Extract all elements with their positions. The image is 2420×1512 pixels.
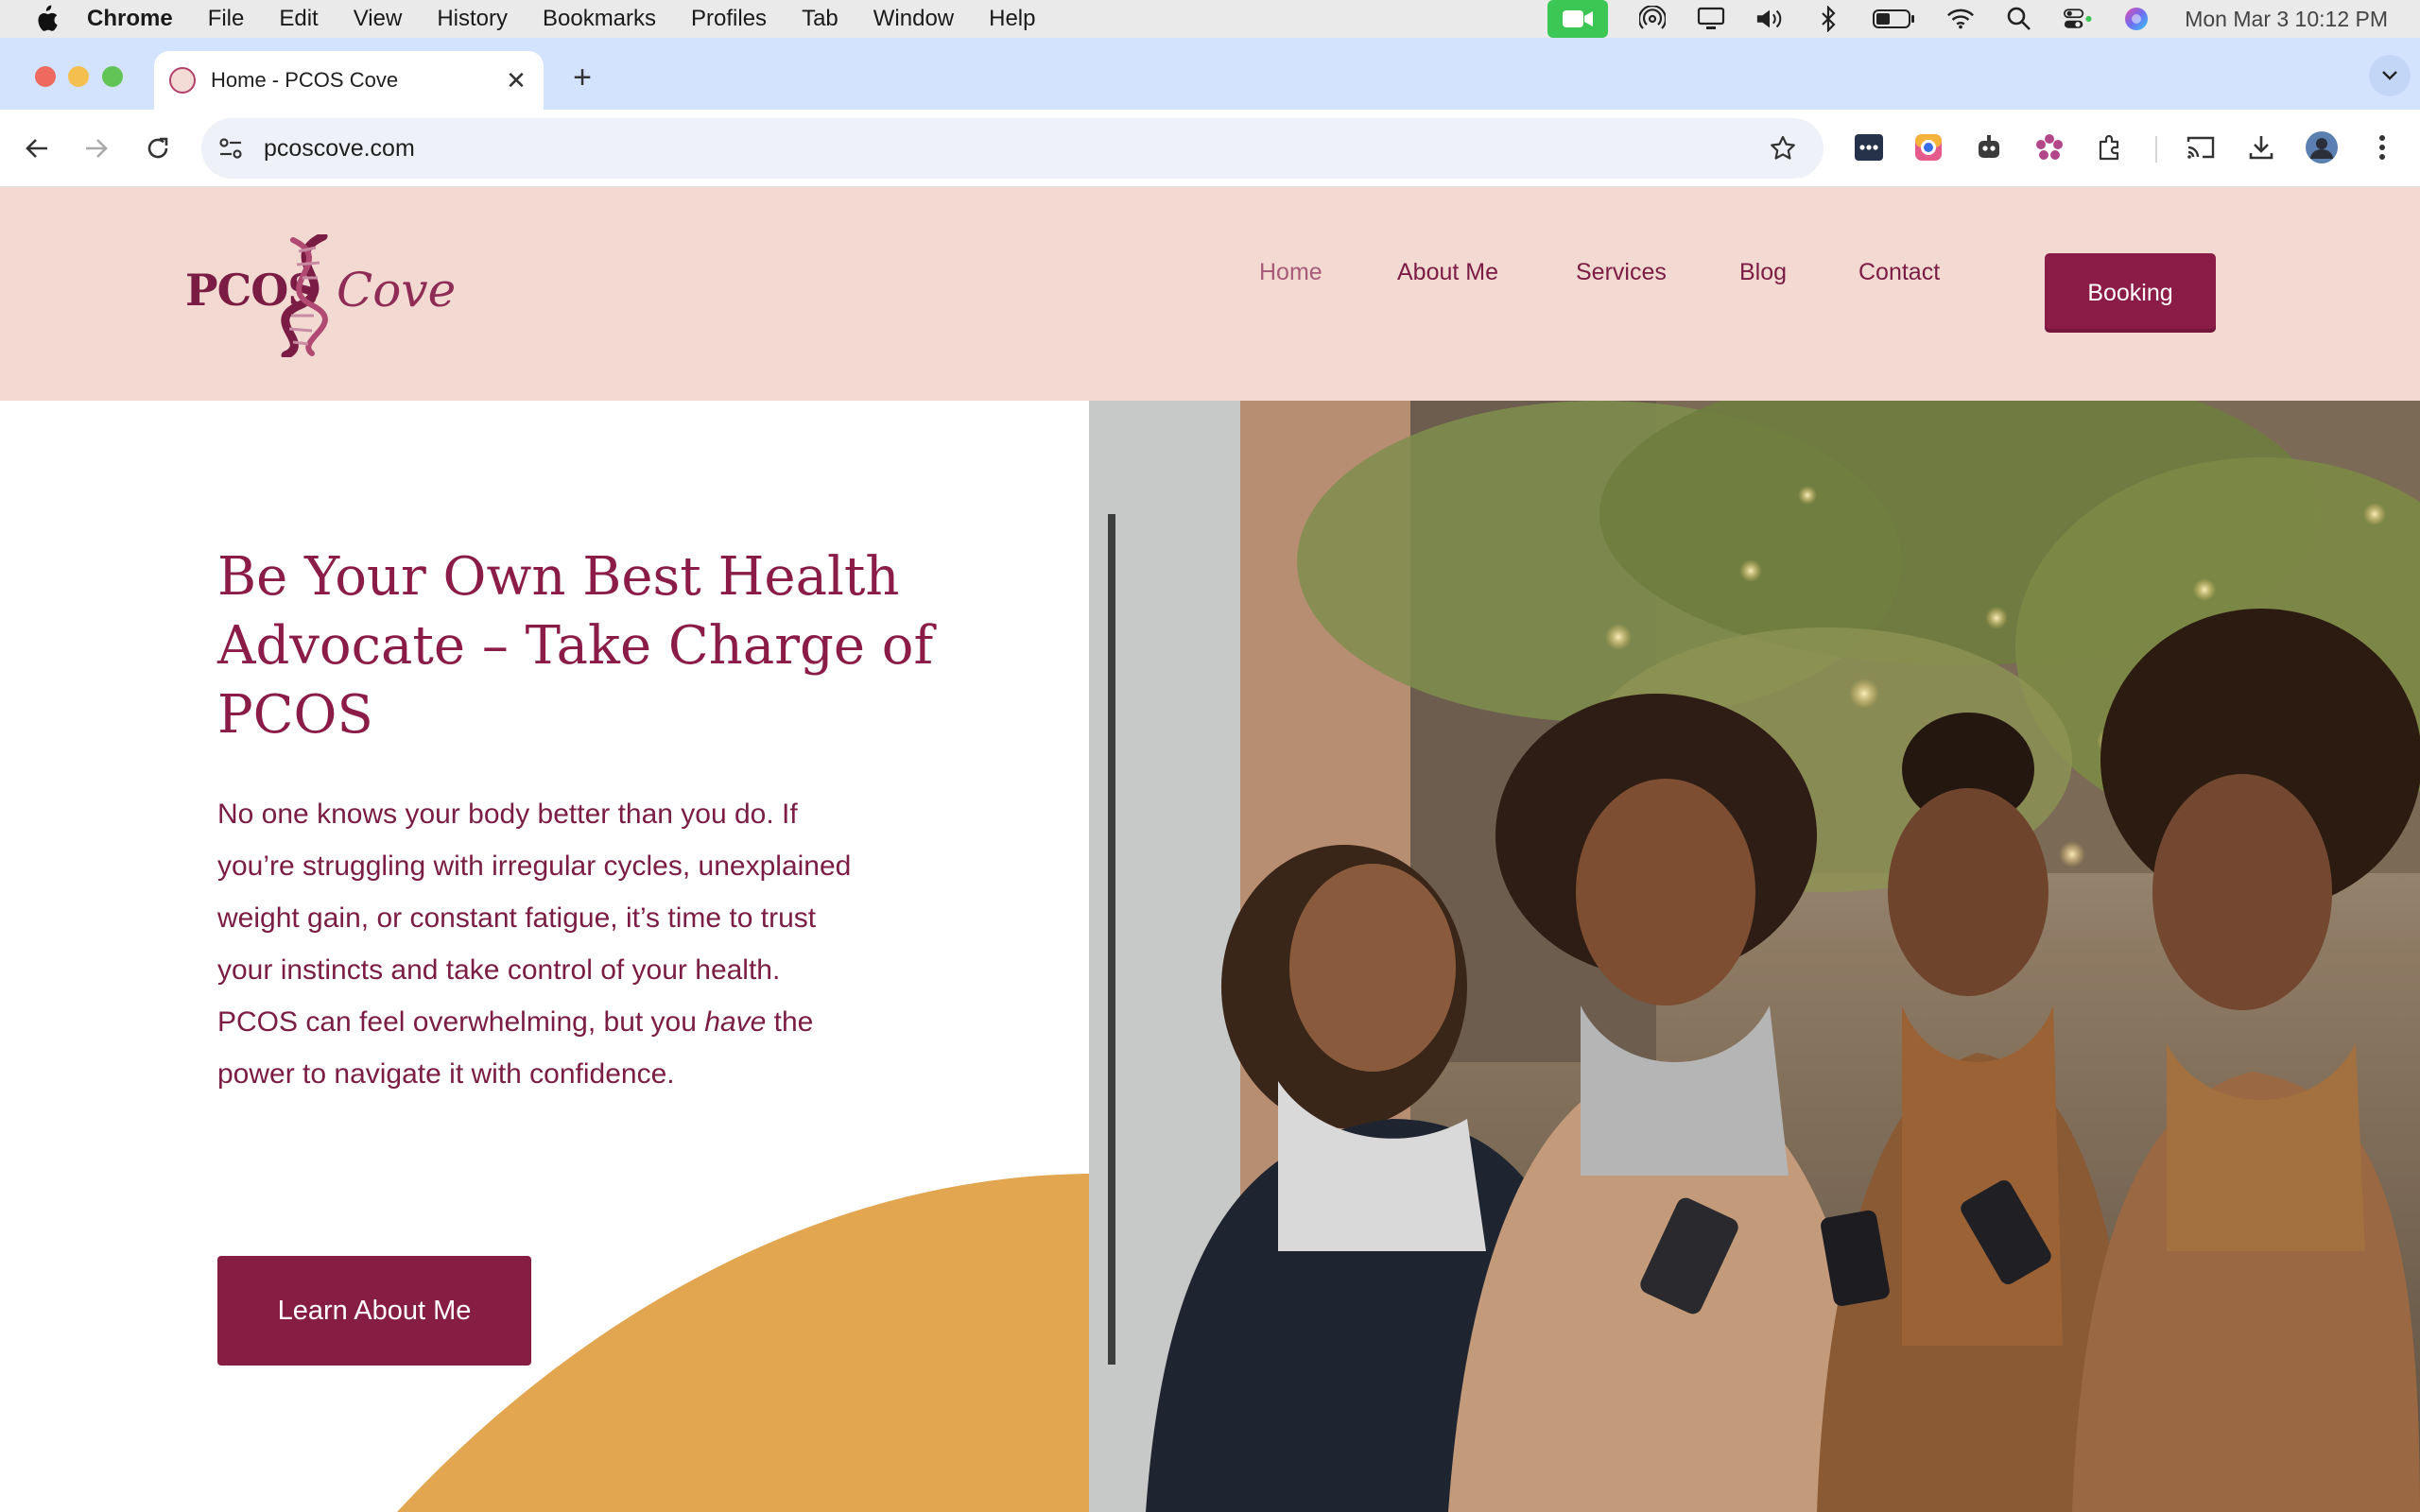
forward-arrow-icon[interactable] [77,129,116,168]
window-close-button[interactable] [35,66,56,87]
booking-button[interactable]: Booking [2045,253,2216,333]
nav-services[interactable]: Services [1576,255,1667,289]
hero-photo-four-women-with-phones [1089,401,2420,1512]
address-bar-url[interactable]: pcoscove.com [264,135,415,163]
macos-menu-bar: Chrome File Edit View History Bookmarks … [0,0,2420,38]
tab-title: Home - PCOS Cove [211,68,399,92]
menu-view[interactable]: View [354,6,403,32]
menu-profiles[interactable]: Profiles [691,6,767,32]
site-header: PCOS Cove Home About Me Services Blog Co… [0,187,2420,401]
tab-search-chevron-icon[interactable] [2369,55,2411,96]
extension-camera-icon[interactable] [1910,129,1947,166]
bookmark-star-icon[interactable] [1767,132,1799,164]
window-minimize-button[interactable] [68,66,89,87]
spotlight-search-icon[interactable] [2005,6,2033,32]
browser-toolbar: pcoscove.com [0,110,2420,187]
tab-close-icon[interactable]: ✕ [502,66,530,94]
facetime-camera-icon[interactable] [1547,0,1609,38]
nav-about-me[interactable]: About Me [1397,255,1498,289]
nav-blog[interactable]: Blog [1739,255,1787,289]
hero-text-panel: Be Your Own Best Health Advocate – Take … [0,401,1089,1512]
chrome-menu-kebab-icon[interactable] [2363,129,2401,166]
menu-bookmarks[interactable]: Bookmarks [543,6,656,32]
browser-tab-active[interactable]: Home - PCOS Cove ✕ [154,51,544,110]
address-bar[interactable]: pcoscove.com [201,118,1824,179]
new-tab-button[interactable]: + [563,59,601,96]
site-favicon-icon [169,67,196,94]
display-icon[interactable] [1697,6,1725,32]
extension-dark-icon[interactable] [1850,129,1888,166]
menu-history[interactable]: History [437,6,508,32]
puzzle-extensions-icon[interactable] [2091,129,2129,166]
control-center-icon[interactable] [2064,6,2092,32]
volume-icon[interactable] [1755,6,1784,32]
siri-icon[interactable] [2122,6,2151,32]
menu-tab[interactable]: Tab [802,6,838,32]
hero-headline: Be Your Own Best Health Advocate – Take … [217,546,934,746]
bluetooth-icon[interactable] [1814,6,1842,32]
site-logo[interactable]: PCOS Cove [182,234,456,357]
nav-contact[interactable]: Contact [1858,255,1940,289]
apple-menu-icon[interactable] [32,4,59,34]
learn-about-me-button[interactable]: Learn About Me [217,1256,531,1366]
nav-home[interactable]: Home [1259,255,1322,289]
logo-wordmark-cove: Cove [337,263,457,318]
browser-tab-strip: Home - PCOS Cove ✕ + [0,38,2420,110]
extension-robot-icon[interactable] [1970,129,2008,166]
menu-edit[interactable]: Edit [279,6,318,32]
profile-avatar[interactable] [2303,129,2341,166]
hero-lead-text-start: No one knows your body better than you d… [217,799,852,1038]
cast-icon[interactable] [2182,129,2220,166]
extension-flower-icon[interactable] [2031,129,2068,166]
back-arrow-icon[interactable] [17,129,57,168]
hero-lead-emphasis: have [704,1006,767,1038]
reload-icon[interactable] [138,129,178,168]
menubar-clock[interactable]: Mon Mar 3 10:12 PM [2185,7,2388,32]
menu-file[interactable]: File [208,6,245,32]
menu-window[interactable]: Window [873,6,954,32]
hero-lead-paragraph: No one knows your body better than you d… [217,788,860,1100]
toolbar-divider [2155,136,2157,163]
menu-help[interactable]: Help [989,6,1035,32]
airdrop-icon[interactable] [1638,6,1667,32]
menu-app-name[interactable]: Chrome [87,6,173,32]
download-icon[interactable] [2242,129,2280,166]
site-info-tune-icon[interactable] [215,132,247,164]
battery-icon[interactable] [1873,6,1916,32]
wifi-icon[interactable] [1946,6,1975,32]
window-zoom-button[interactable] [102,66,123,87]
